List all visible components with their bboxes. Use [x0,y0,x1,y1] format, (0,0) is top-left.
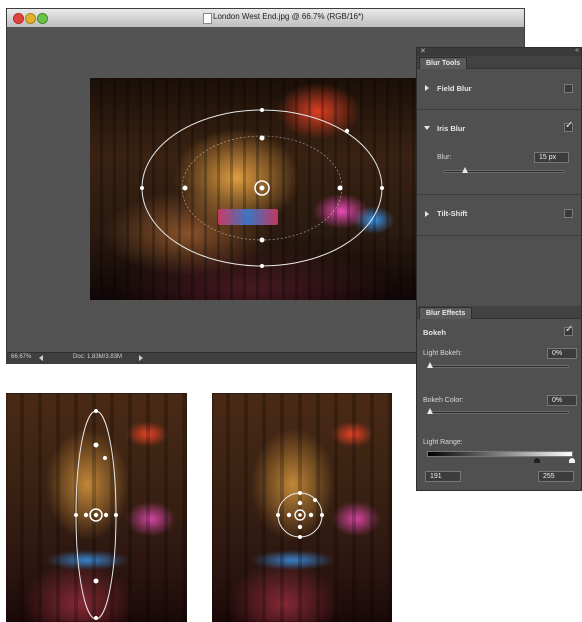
small-iris-roundness-handle[interactable] [313,498,317,502]
iris-roundness-handle[interactable] [344,128,350,134]
small-feather-right[interactable] [308,512,314,518]
blur-effects-tab-strip: Blur Effects [417,306,581,319]
blur-tools-tab-strip: Blur Tools [417,56,581,69]
bokeh-color-slider-thumb[interactable] [427,408,434,414]
small-iris-handle-left[interactable] [276,513,280,517]
small-pin-dot-icon[interactable] [298,513,302,517]
iris-handle-left[interactable] [140,186,144,190]
small-feather-top[interactable] [297,500,303,506]
blur-slider-thumb[interactable] [461,167,468,173]
iris-handle-bottom[interactable] [260,264,264,268]
small-iris-handle-top[interactable] [298,491,302,495]
status-menu-left-icon[interactable] [39,355,43,361]
triangle-right-icon[interactable] [425,85,429,91]
blur-tools-panel: ✕ « Blur Tools Field Blur Iris Blur ✓ Bl… [416,47,582,491]
feather-handle-bottom[interactable] [259,237,265,243]
panel-header[interactable]: ✕ « [417,47,581,56]
field-blur-label[interactable]: Field Blur [437,84,472,93]
small-iris-overlay[interactable] [212,393,392,622]
light-range-gradient[interactable] [427,451,573,457]
field-blur-checkbox[interactable] [564,84,573,93]
tilt-shift-section[interactable]: Tilt-Shift [417,195,581,236]
minimize-window-button[interactable] [25,13,36,24]
tilt-shift-checkbox[interactable] [564,209,573,218]
zoom-window-button[interactable] [37,13,48,24]
bokeh-color-label: Bokeh Color: [423,397,464,404]
bokeh-color-field[interactable]: 0% [547,395,577,406]
triangle-down-icon[interactable] [424,126,430,130]
feather-handle-left[interactable] [182,185,188,191]
iris-blur-section[interactable]: Iris Blur ✓ Blur: 15 px [417,110,581,195]
small-iris-handle-bottom[interactable] [298,535,302,539]
zoom-level[interactable]: 66.67% [11,354,31,360]
light-range-high-field[interactable]: 255 [538,471,574,482]
narrow-iris-handle-bottom[interactable] [94,616,98,620]
document-title: London West End.jpg @ 66.7% (RGB/16*) [213,12,364,21]
triangle-right-icon[interactable] [425,211,429,217]
light-range-high-handle[interactable] [569,458,575,463]
iris-handle-top[interactable] [260,108,264,112]
narrow-feather-top[interactable] [93,442,99,448]
document-icon [203,13,212,24]
document-titlebar[interactable]: London West End.jpg @ 66.7% (RGB/16*) [7,9,524,28]
narrow-feather-bottom[interactable] [93,578,99,584]
example-photo-small-iris [212,393,392,622]
light-range-low-handle[interactable] [534,458,540,463]
light-bokeh-slider-track[interactable] [429,365,569,368]
document-size-info: Doc: 1.83M/3.83M [73,354,123,360]
checkmark-icon: ✓ [565,120,574,131]
small-feather-left[interactable] [286,512,292,518]
narrow-iris-roundness-handle[interactable] [103,456,107,460]
light-bokeh-field[interactable]: 0% [547,348,577,359]
bokeh-label[interactable]: Bokeh [423,328,446,337]
pin-center-dot-icon[interactable] [259,185,265,191]
blur-amount-label: Blur: [437,154,452,161]
tilt-shift-label[interactable]: Tilt-Shift [437,209,467,218]
blur-amount-field[interactable]: 15 px [534,152,569,163]
narrow-feather-right[interactable] [103,512,109,518]
small-iris-handle-right[interactable] [320,513,324,517]
iris-handle-right[interactable] [380,186,384,190]
feather-handle-right[interactable] [337,185,343,191]
feather-handle-top[interactable] [259,135,265,141]
iris-blur-checkbox[interactable]: ✓ [564,120,574,132]
checkmark-icon: ✓ [565,324,574,335]
light-range-label: Light Range: [423,439,463,446]
bokeh-checkbox[interactable]: ✓ [564,324,574,336]
close-icon[interactable]: ✕ [420,47,426,55]
status-menu-right-icon[interactable] [139,355,143,361]
main-photo[interactable] [90,78,416,300]
light-range-low-field[interactable]: 191 [425,471,461,482]
narrow-iris-handle-right[interactable] [114,513,118,517]
light-bokeh-label: Light Bokeh: [423,350,462,357]
light-bokeh-slider-thumb[interactable] [427,362,434,368]
field-blur-section[interactable]: Field Blur [417,69,581,110]
narrow-pin-dot-icon[interactable] [93,512,99,518]
iris-blur-label[interactable]: Iris Blur [437,124,465,133]
small-feather-bottom[interactable] [297,524,303,530]
narrow-iris-handle-top[interactable] [94,409,98,413]
narrow-feather-left[interactable] [83,512,89,518]
example-photo-narrow-iris [6,393,187,622]
narrow-iris-handle-left[interactable] [74,513,78,517]
tab-blur-effects[interactable]: Blur Effects [419,307,473,319]
tab-blur-tools[interactable]: Blur Tools [419,57,468,69]
bokeh-color-slider-track[interactable] [429,411,569,414]
iris-blur-overlay[interactable] [90,78,416,300]
collapse-icon[interactable]: « [575,47,579,54]
close-window-button[interactable] [13,13,24,24]
narrow-iris-overlay[interactable] [6,393,187,622]
